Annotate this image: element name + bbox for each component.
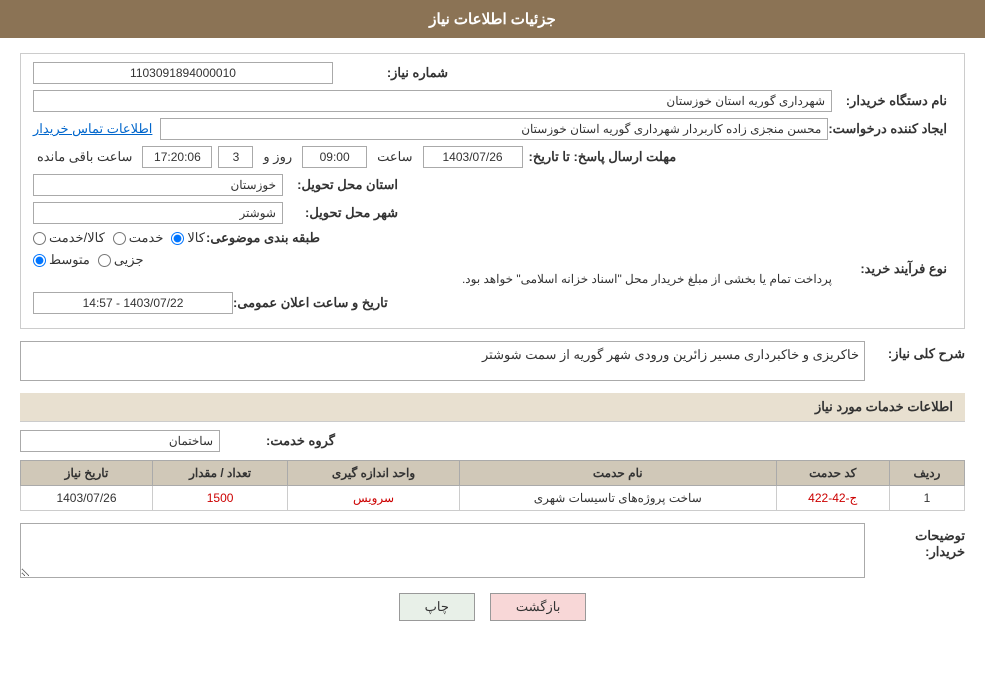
need-number-value: 1103091894000010 [33, 62, 333, 84]
description-value: خاکریزی و خاکبرداری مسیر زائرین ورودی شه… [20, 341, 865, 381]
buyer-notes-textarea[interactable] [20, 523, 865, 578]
purchase-minor-label: جزیی [114, 252, 144, 268]
col-header-name: نام حدمت [459, 461, 776, 486]
deadline-time-label: ساعت [377, 149, 412, 165]
page-title: جزئیات اطلاعات نیاز [429, 11, 556, 28]
services-table: ردیف کد حدمت نام حدمت واحد اندازه گیری ت… [20, 460, 965, 511]
col-header-date: تاریخ نیاز [21, 461, 153, 486]
deadline-row: مهلت ارسال پاسخ: تا تاریخ: 1403/07/26 سا… [33, 146, 952, 168]
city-label: شهر محل تحویل: [283, 205, 403, 221]
creator-contact-link[interactable]: اطلاعات تماس خریدار [33, 121, 152, 137]
buyer-org-row: نام دستگاه خریدار: شهرداری گوریه استان خ… [33, 90, 952, 112]
purchase-note: پرداخت تمام یا بخشی از مبلغ خریدار محل "… [33, 272, 832, 286]
col-header-code: کد حدمت [776, 461, 889, 486]
need-number-label: شماره نیاز: [333, 65, 453, 81]
service-group-value: ساختمان [20, 430, 220, 452]
purchase-medium-label: متوسط [49, 252, 90, 268]
province-label: استان محل تحویل: [283, 177, 403, 193]
category-goods-label: کالا [187, 230, 205, 246]
need-details-section: شماره نیاز: 1103091894000010 نام دستگاه … [20, 53, 965, 329]
purchase-medium-radio[interactable] [33, 254, 46, 267]
purchase-minor-radio[interactable] [98, 254, 111, 267]
cell-quantity: 1500 [152, 486, 287, 511]
page-header: جزئیات اطلاعات نیاز [0, 0, 985, 38]
purchase-type-label: نوع فرآیند خرید: [832, 261, 952, 277]
print-button[interactable]: چاپ [399, 593, 475, 621]
deadline-time: 09:00 [302, 146, 367, 168]
col-header-quantity: تعداد / مقدار [152, 461, 287, 486]
services-section-title: اطلاعات خدمات مورد نیاز [20, 393, 965, 422]
buyer-notes-label: توضیحات خریدار: [875, 523, 965, 560]
cell-date: 1403/07/26 [21, 486, 153, 511]
purchase-radio-group: متوسط جزیی [33, 252, 832, 268]
category-service-label: خدمت [129, 230, 164, 246]
province-row: استان محل تحویل: خوزستان [33, 174, 952, 196]
cell-unit: سرویس [288, 486, 460, 511]
category-option-goods: کالا [171, 230, 205, 246]
purchase-type-row: نوع فرآیند خرید: متوسط جزیی [33, 252, 952, 286]
announce-date-value: 1403/07/22 - 14:57 [33, 292, 233, 314]
city-row: شهر محل تحویل: شوشتر [33, 202, 952, 224]
col-header-unit: واحد اندازه گیری [288, 461, 460, 486]
creator-value: محسن منجزی زاده کاربردار شهرداری گوریه ا… [160, 118, 828, 140]
province-value: خوزستان [33, 174, 283, 196]
back-button[interactable]: بازگشت [490, 593, 586, 621]
purchase-option-minor: جزیی [98, 252, 144, 268]
description-section: شرح کلی نیاز: خاکریزی و خاکبرداری مسیر ز… [20, 341, 965, 381]
creator-row: ایجاد کننده درخواست: محسن منجزی زاده کار… [33, 118, 952, 140]
deadline-remaining: 17:20:06 [142, 146, 212, 168]
category-goods-service-label: کالا/خدمت [49, 230, 105, 246]
cell-code: ج-42-422 [776, 486, 889, 511]
deadline-date: 1403/07/26 [423, 146, 523, 168]
service-group-label: گروه خدمت: [220, 433, 340, 449]
announce-date-label: تاریخ و ساعت اعلان عمومی: [233, 295, 393, 311]
buyer-org-label: نام دستگاه خریدار: [832, 93, 952, 109]
category-option-service: خدمت [113, 230, 164, 246]
cell-name: ساخت پروژه‌های تاسیسات شهری [459, 486, 776, 511]
col-header-row: ردیف [889, 461, 964, 486]
category-service-radio[interactable] [113, 232, 126, 245]
button-row: بازگشت چاپ [20, 578, 965, 636]
category-goods-service-radio[interactable] [33, 232, 46, 245]
service-group-row: گروه خدمت: ساختمان [20, 430, 965, 452]
announce-date-row: تاریخ و ساعت اعلان عمومی: 1403/07/22 - 1… [33, 292, 952, 314]
category-goods-radio[interactable] [171, 232, 184, 245]
table-row: 1 ج-42-422 ساخت پروژه‌های تاسیسات شهری س… [21, 486, 965, 511]
category-row: طبقه بندی موضوعی: کالا/خدمت خدمت کالا [33, 230, 952, 246]
purchase-option-medium: متوسط [33, 252, 90, 268]
deadline-days: 3 [218, 146, 253, 168]
buyer-org-value: شهرداری گوریه استان خوزستان [33, 90, 832, 112]
cell-row: 1 [889, 486, 964, 511]
description-label: شرح کلی نیاز: [875, 341, 965, 362]
need-number-row: شماره نیاز: 1103091894000010 [33, 62, 952, 84]
category-radio-group: کالا/خدمت خدمت کالا [33, 230, 205, 246]
creator-label: ایجاد کننده درخواست: [828, 121, 952, 137]
deadline-days-label: روز و [263, 149, 292, 165]
category-label: طبقه بندی موضوعی: [205, 230, 325, 246]
deadline-remaining-label: ساعت باقی مانده [37, 149, 132, 165]
city-value: شوشتر [33, 202, 283, 224]
buyer-notes-section: توضیحات خریدار: [20, 523, 965, 578]
category-option-goods-service: کالا/خدمت [33, 230, 105, 246]
deadline-label: مهلت ارسال پاسخ: تا تاریخ: [529, 149, 682, 165]
